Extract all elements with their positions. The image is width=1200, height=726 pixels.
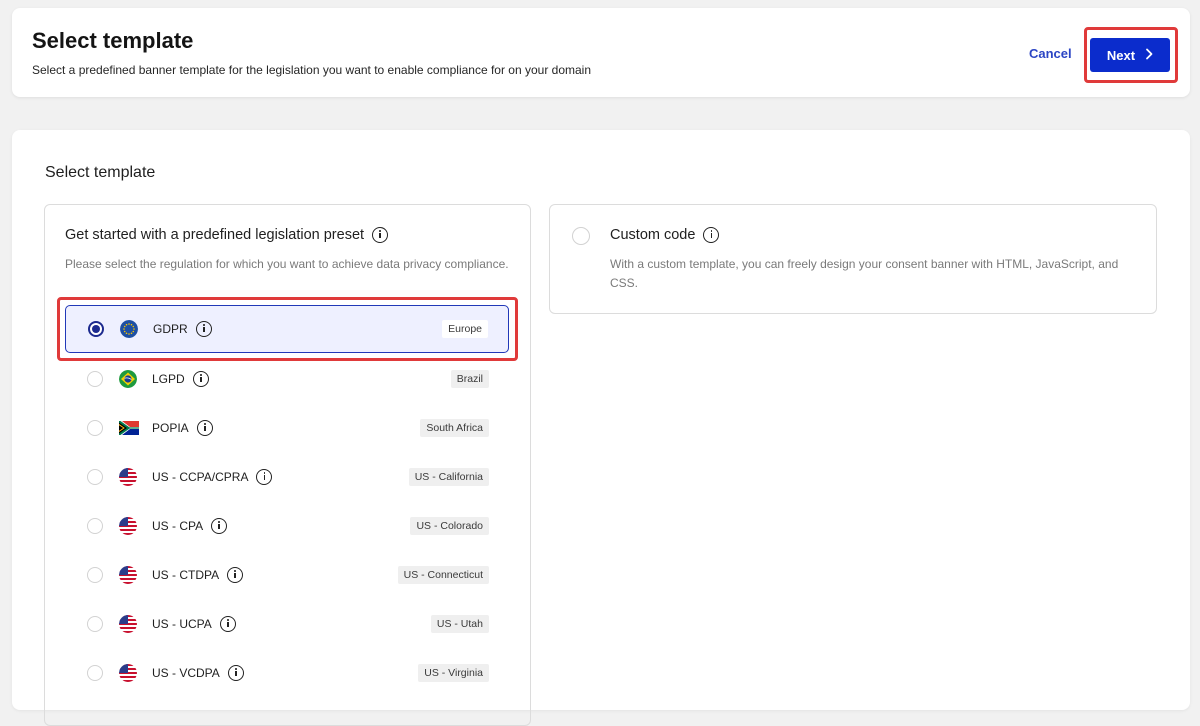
region-badge: US - Utah [430,615,489,633]
next-button-label: Next [1106,47,1136,63]
us-flag-icon [119,615,137,633]
us-vcdpa-label: US - VCDPA [152,666,220,680]
us-ucpa-label: US - UCPA [152,617,212,631]
us-flag-icon [119,664,137,682]
preset-option-label: GDPR [153,321,212,337]
region-badge: Brazil [450,370,489,388]
region-badge: US - Connecticut [397,566,489,584]
region-badge: South Africa [420,419,489,437]
info-icon[interactable] [219,616,236,632]
info-icon[interactable] [211,518,228,534]
us-flag-icon [119,566,137,584]
preset-option-lgpd[interactable]: LGPD Brazil [65,355,509,403]
preset-panel-title-text: Get started with a predefined legislatio… [65,227,365,243]
us-flag-icon [119,517,137,535]
preset-panel-title: Get started with a predefined legislatio… [65,227,389,243]
info-icon[interactable] [256,469,273,485]
preset-option-label: POPIA [152,420,213,436]
preset-option-label: US - UCPA [152,616,236,632]
custom-code-option[interactable]: Custom code With a custom template, you … [549,204,1157,314]
custom-code-description: With a custom template, you can freely d… [610,257,1119,290]
preset-option-popia[interactable]: POPIA South Africa [65,404,509,452]
cancel-button[interactable]: Cancel [1029,46,1072,61]
radio-button[interactable] [572,227,590,245]
preset-option-gdpr[interactable]: GDPR Europe [65,305,509,353]
info-icon[interactable] [192,371,209,387]
radio-button-selected[interactable] [88,321,104,337]
page-header: Select template Select a predefined bann… [12,8,1190,97]
custom-code-title: Custom code [610,227,720,243]
info-icon[interactable] [703,227,720,243]
preset-option-us-ctdpa[interactable]: US - CTDPA US - Connecticut [65,551,509,599]
info-icon[interactable] [196,420,213,436]
preset-option-label: US - CPA [152,518,228,534]
popia-label: POPIA [152,421,189,435]
us-cpa-label: US - CPA [152,519,204,533]
us-ccpa-cpra-label: US - CCPA/CPRA [152,470,249,484]
radio-button[interactable] [87,420,103,436]
region-badge: US - Virginia [418,664,489,682]
radio-button[interactable] [87,371,103,387]
info-icon[interactable] [372,227,389,243]
preset-option-us-ccpa-cpra[interactable]: US - CCPA/CPRA US - California [65,453,509,501]
template-selection-card: Select template Get started with a prede… [12,130,1190,726]
preset-option-label: US - CCPA/CPRA [152,469,273,485]
gdpr-label: GDPR [153,322,188,336]
brazil-flag-icon [119,370,137,388]
custom-code-title-text: Custom code [610,227,696,243]
preset-option-label: LGPD [152,371,209,387]
radio-button[interactable] [87,469,103,485]
us-ctdpa-label: US - CTDPA [152,568,220,582]
preset-panel-description: Please select the regulation for which y… [65,257,509,271]
radio-button[interactable] [87,567,103,583]
region-badge: US - California [408,468,489,486]
lgpd-label: LGPD [152,372,185,386]
radio-button[interactable] [87,665,103,681]
next-button[interactable]: Next [1090,38,1170,72]
preset-option-us-ucpa[interactable]: US - UCPA US - Utah [65,600,509,648]
info-icon[interactable] [195,321,212,337]
chevron-right-icon [1145,48,1153,63]
section-title: Select template [45,164,156,181]
us-flag-icon [119,468,137,486]
region-badge: Europe [442,320,488,338]
page-title: Select template [32,28,194,53]
info-icon[interactable] [227,665,244,681]
info-icon[interactable] [227,567,244,583]
legislation-preset-panel: Get started with a predefined legislatio… [44,204,531,726]
preset-option-us-cpa[interactable]: US - CPA US - Colorado [65,502,509,550]
region-badge: US - Colorado [410,517,489,535]
radio-button[interactable] [87,616,103,632]
preset-option-label: US - VCDPA [152,665,244,681]
radio-button[interactable] [87,518,103,534]
south-africa-flag-icon [119,421,139,435]
preset-option-label: US - CTDPA [152,567,244,583]
preset-option-us-vcdpa[interactable]: US - VCDPA US - Virginia [65,649,509,697]
page-subtitle: Select a predefined banner template for … [32,63,592,77]
eu-flag-icon [120,320,138,338]
